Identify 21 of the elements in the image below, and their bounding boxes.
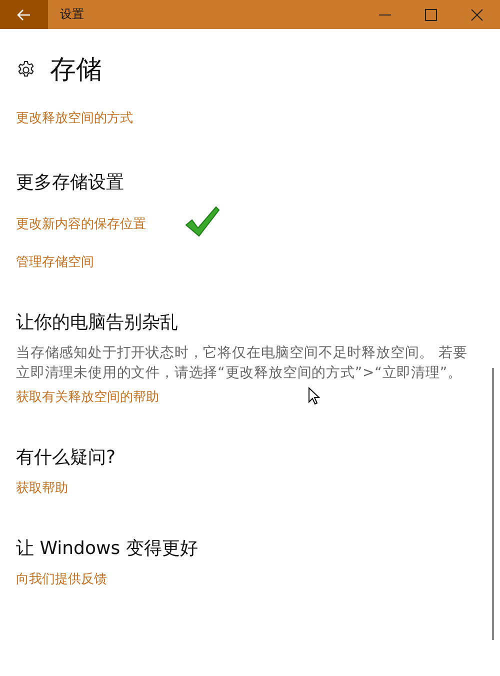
settings-link[interactable]: 获取有关释放空间的帮助 <box>16 389 159 406</box>
scrollbar[interactable] <box>492 368 494 640</box>
section-title: 有什么疑问? <box>16 446 117 470</box>
back-arrow-icon <box>17 8 31 20</box>
page-title: 存储 <box>50 54 102 87</box>
section-title: 让你的电脑告别杂乱 <box>16 311 179 335</box>
settings-link[interactable]: 更改释放空间的方式 <box>16 111 133 126</box>
maximize-icon <box>425 8 437 20</box>
section-description: 当存储感知处于打开状态时，它将仅在电脑空间不足时释放空间。 若要立即清理未使用的文件，请选择“更改释放空间的方式”>“立即清理”。 <box>16 344 468 383</box>
section-title: 让 Windows 变得更好 <box>16 537 199 561</box>
close-icon <box>471 8 483 20</box>
settings-link[interactable]: 获取帮助 <box>16 480 68 497</box>
back-button[interactable] <box>0 0 48 29</box>
mouse-pointer-icon <box>308 387 320 405</box>
settings-link[interactable]: 更改新内容的保存位置 <box>16 216 146 233</box>
checkmark-icon <box>184 205 220 239</box>
window-title: 设置 <box>60 6 85 23</box>
section-title: 更多存储设置 <box>16 171 125 195</box>
settings-link[interactable]: 管理存储空间 <box>16 254 94 271</box>
minimize-icon <box>379 14 391 16</box>
settings-link[interactable]: 向我们提供反馈 <box>16 571 107 588</box>
